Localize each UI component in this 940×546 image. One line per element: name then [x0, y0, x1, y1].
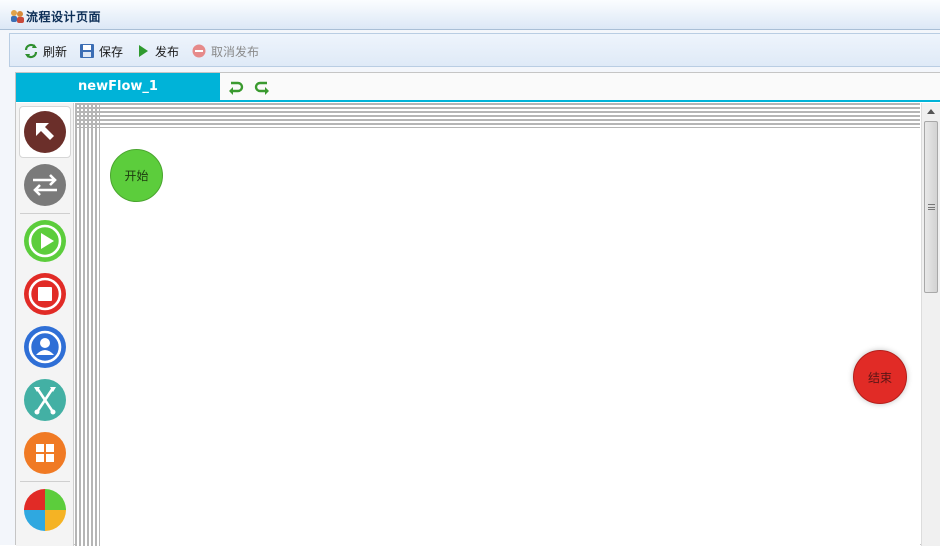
refresh-button[interactable]: 刷新: [23, 42, 67, 60]
minus-circle-icon: [192, 44, 206, 58]
select-pointer-icon: [24, 111, 66, 153]
start-node-icon: [24, 220, 66, 262]
palette-subprocess[interactable]: [19, 427, 71, 479]
undo-icon[interactable]: [228, 79, 244, 95]
decision-icon: [24, 489, 66, 531]
refresh-label: 刷新: [43, 44, 68, 59]
flow-editor: newFlow_1 开始 结束: [15, 72, 940, 546]
palette-divider: [20, 213, 70, 214]
window-title: 流程设计页面: [26, 10, 102, 24]
unpublish-label: 取消发布: [211, 44, 260, 59]
palette-fork-join[interactable]: [19, 374, 71, 426]
palette-decision[interactable]: [19, 484, 71, 536]
app-users-icon: [11, 10, 24, 23]
end-node[interactable]: 结束: [853, 350, 907, 404]
refresh-icon: [24, 43, 38, 59]
scroll-up-arrow-icon[interactable]: [927, 109, 935, 114]
title-bar: 流程设计页面: [0, 0, 940, 30]
palette-user-task[interactable]: [19, 321, 71, 373]
save-button[interactable]: 保存: [79, 42, 123, 60]
transition-icon: [24, 164, 66, 206]
palette-transition-tool[interactable]: [19, 159, 71, 211]
main-toolbar: 刷新 保存 发布 取消发布: [9, 33, 940, 67]
play-icon: [139, 45, 148, 57]
start-node-label: 开始: [124, 169, 149, 183]
vertical-scrollbar[interactable]: [921, 103, 940, 546]
user-task-icon: [24, 326, 66, 368]
node-palette: [16, 103, 74, 546]
start-node[interactable]: 开始: [110, 149, 163, 202]
palette-divider: [20, 481, 70, 482]
scrollbar-grip-icon: [928, 204, 935, 210]
subprocess-icon: [24, 432, 66, 474]
tab-strip: newFlow_1: [16, 73, 940, 102]
save-icon: [80, 44, 94, 58]
palette-end-node[interactable]: [19, 268, 71, 320]
palette-start-node[interactable]: [19, 215, 71, 267]
fork-join-icon: [24, 379, 66, 421]
flow-designer-window: 流程设计页面 刷新 保存 发布 取消发布 newFlow_1 开始 结束: [0, 0, 940, 546]
publish-label: 发布: [155, 44, 180, 59]
design-canvas[interactable]: 开始 结束: [75, 103, 920, 546]
unpublish-button[interactable]: 取消发布: [191, 42, 259, 60]
tab-newflow-1[interactable]: newFlow_1: [16, 73, 220, 101]
publish-button[interactable]: 发布: [135, 42, 179, 60]
scrollbar-thumb[interactable]: [924, 121, 938, 293]
save-label: 保存: [99, 44, 124, 59]
end-node-label: 结束: [867, 370, 892, 385]
palette-select-tool[interactable]: [19, 106, 71, 158]
redo-icon[interactable]: [254, 79, 270, 95]
end-node-icon: [24, 273, 66, 315]
